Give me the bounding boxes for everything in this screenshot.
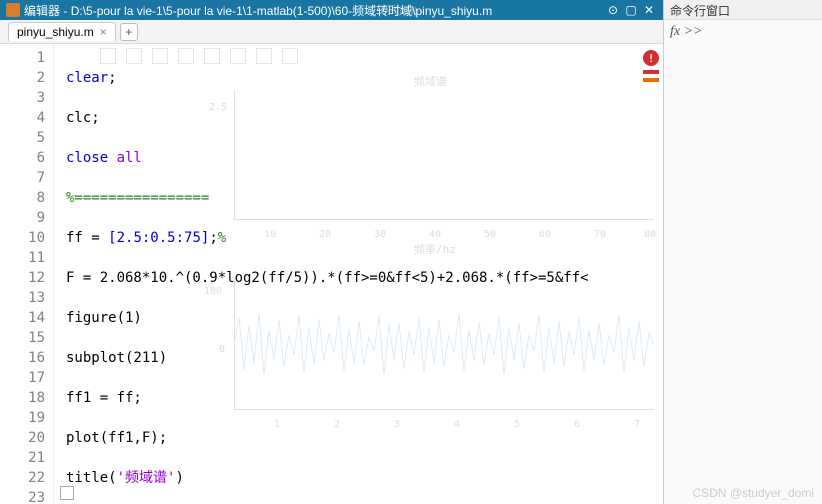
error-indicator[interactable]: ! [643, 50, 659, 82]
editor-status-icon [60, 486, 74, 500]
error-bar[interactable] [643, 70, 659, 74]
app-icon [6, 3, 20, 17]
code-editor[interactable]: 123456789101112131415161718192021222324 … [0, 44, 663, 504]
editor-title-bar: 编辑器 - D:\5-pour la vie-1\5-pour la vie-1… [0, 0, 663, 20]
tab-close-icon[interactable]: × [100, 25, 107, 39]
line-number-gutter: 123456789101112131415161718192021222324 [0, 44, 54, 504]
tab-add-button[interactable]: + [120, 23, 138, 41]
tab-bar: pinyu_shiyu.m × + [0, 20, 663, 44]
tab-active[interactable]: pinyu_shiyu.m × [8, 22, 116, 41]
title-bar-text: 编辑器 - D:\5-pour la vie-1\5-pour la vie-1… [24, 2, 605, 19]
error-badge-icon[interactable]: ! [643, 50, 659, 66]
tab-label: pinyu_shiyu.m [17, 25, 94, 39]
watermark: CSDN @studyer_domi [692, 486, 814, 500]
command-window-header: 命令行窗口 [664, 0, 822, 20]
warning-bar[interactable] [643, 78, 659, 82]
close-icon[interactable]: ✕ [641, 2, 657, 18]
maximize-icon[interactable]: ▢ [623, 2, 639, 18]
code-content[interactable]: clear; clc; close all %================ … [54, 44, 663, 504]
dropdown-icon[interactable]: ⊙ [605, 2, 621, 18]
command-prompt[interactable]: fx >> [664, 20, 822, 44]
